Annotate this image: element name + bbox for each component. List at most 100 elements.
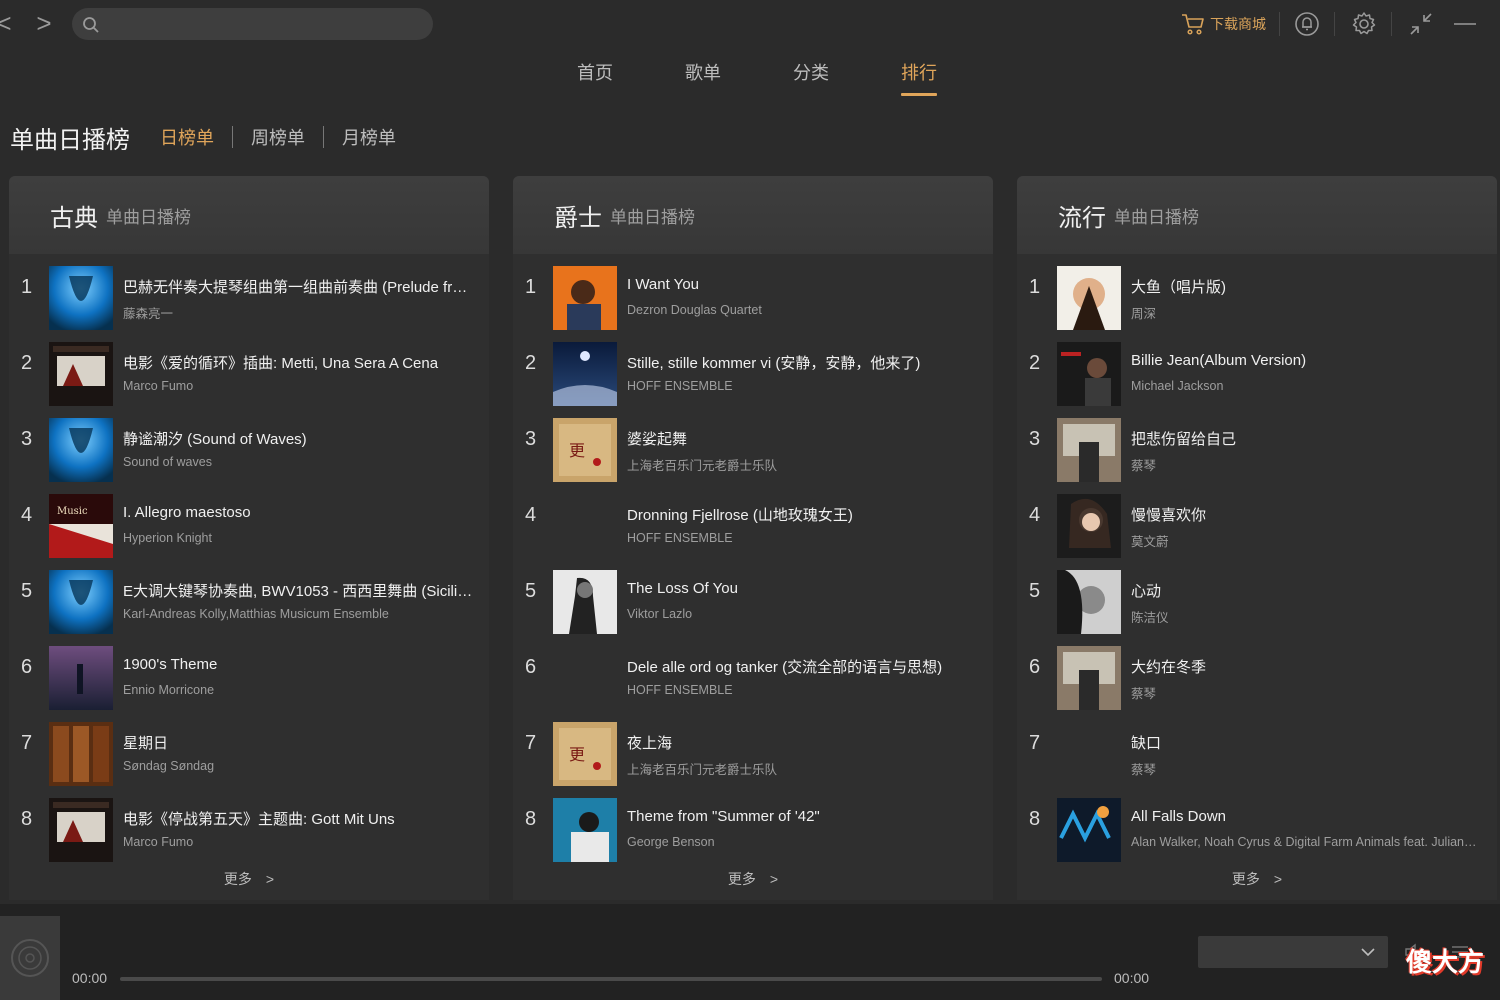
song-title[interactable]: 夜上海 — [627, 732, 977, 753]
album-cover[interactable]: 更 — [553, 418, 617, 482]
album-cover[interactable] — [1057, 266, 1121, 330]
tab-weekly[interactable]: 周榜单 — [251, 124, 305, 150]
song-row[interactable]: 5 心动 陈洁仪 — [1017, 558, 1497, 634]
song-row[interactable]: 3 更 婆娑起舞 上海老百乐门元老爵士乐队 — [513, 406, 993, 482]
song-title[interactable]: 把悲伤留给自己 — [1131, 428, 1481, 449]
song-row[interactable]: 8 All Falls Down Alan Walker, Noah Cyrus &… — [1017, 786, 1497, 862]
artist-name[interactable]: Søndag Søndag — [123, 759, 473, 773]
artist-name[interactable]: Viktor Lazlo — [627, 607, 977, 621]
artist-name[interactable]: 上海老百乐门元老爵士乐队 — [627, 455, 977, 474]
card-header[interactable]: 爵士 单曲日播榜 — [513, 176, 993, 254]
song-row[interactable]: 3 把悲伤留给自己 蔡琴 — [1017, 406, 1497, 482]
artist-name[interactable]: Marco Fumo — [123, 379, 473, 393]
album-cover[interactable] — [49, 798, 113, 862]
song-row[interactable]: 6 大约在冬季 蔡琴 — [1017, 634, 1497, 710]
album-cover[interactable] — [1057, 646, 1121, 710]
album-cover[interactable] — [1057, 722, 1121, 786]
song-row[interactable]: 2 Stille, stille kommer vi (安静，安静，他来了) HOF… — [513, 330, 993, 406]
song-title[interactable]: 静谧潮汐 (Sound of Waves) — [123, 428, 473, 449]
song-title[interactable]: Stille, stille kommer vi (安静，安静，他来了) — [627, 352, 977, 373]
song-row[interactable]: 3 静谧潮汐 (Sound of Waves) Sound of waves — [9, 406, 489, 482]
song-row[interactable]: 7 星期日 Søndag Søndag — [9, 710, 489, 786]
song-title[interactable]: 电影《停战第五天》主题曲: Gott Mit Uns — [123, 808, 473, 829]
song-title[interactable]: Billie Jean(Album Version) — [1131, 352, 1481, 369]
song-row[interactable]: 5 E大调大键琴协奏曲, BWV1053 - 西西里舞曲 (Siciliano) K… — [9, 558, 489, 634]
settings-gear-icon[interactable] — [1350, 10, 1378, 38]
search-input[interactable] — [106, 12, 416, 36]
card-header[interactable]: 流行 单曲日播榜 — [1017, 176, 1497, 254]
album-cover[interactable] — [553, 494, 617, 558]
more-link[interactable]: 更多 > — [1017, 869, 1497, 889]
song-title[interactable]: E大调大键琴协奏曲, BWV1053 - 西西里舞曲 (Siciliano) — [123, 580, 473, 601]
minimize-icon[interactable] — [1451, 10, 1479, 38]
album-cover[interactable]: 更 — [553, 722, 617, 786]
artist-name[interactable]: Dezron Douglas Quartet — [627, 303, 977, 317]
song-title[interactable]: The Loss Of You — [627, 580, 977, 597]
song-title[interactable]: 星期日 — [123, 732, 473, 753]
song-row[interactable]: 8 电影《停战第五天》主题曲: Gott Mit Uns Marco Fumo — [9, 786, 489, 862]
song-row[interactable]: 1 巴赫无伴奏大提琴组曲第一组曲前奏曲 (Prelude from Cello S… — [9, 254, 489, 330]
artist-name[interactable]: 蔡琴 — [1131, 683, 1481, 702]
tab-monthly[interactable]: 月榜单 — [342, 124, 396, 150]
back-button[interactable]: < — [0, 8, 16, 38]
song-row[interactable]: 6 Dele alle ord og tanker (交流全部的语言与思想) HOF… — [513, 634, 993, 710]
artist-name[interactable]: 藤森亮一 — [123, 303, 473, 322]
song-row[interactable]: 8 Theme from "Summer of '42" George Benson — [513, 786, 993, 862]
artist-name[interactable]: George Benson — [627, 835, 977, 849]
album-cover[interactable] — [1057, 494, 1121, 558]
artist-name[interactable]: Karl-Andreas Kolly,Matthias Musicum Ense… — [123, 607, 473, 621]
song-title[interactable]: 缺口 — [1131, 732, 1481, 753]
song-row[interactable]: 7 更 夜上海 上海老百乐门元老爵士乐队 — [513, 710, 993, 786]
more-link[interactable]: 更多 > — [513, 869, 993, 889]
album-cover[interactable] — [553, 646, 617, 710]
album-cover[interactable]: Music — [49, 494, 113, 558]
song-title[interactable]: 心动 — [1131, 580, 1481, 601]
card-header[interactable]: 古典 单曲日播榜 — [9, 176, 489, 254]
song-title[interactable]: 大约在冬季 — [1131, 656, 1481, 677]
song-title[interactable]: 婆娑起舞 — [627, 428, 977, 449]
minimize-window-icon[interactable] — [1407, 10, 1435, 38]
album-cover[interactable] — [49, 722, 113, 786]
tab-categories[interactable]: 分类 — [793, 60, 829, 96]
album-cover[interactable] — [553, 266, 617, 330]
song-row[interactable]: 4 Music I. Allegro maestoso Hyperion Knight — [9, 482, 489, 558]
artist-name[interactable]: 陈洁仪 — [1131, 607, 1481, 626]
search-box[interactable] — [72, 8, 433, 40]
now-playing-cover[interactable] — [0, 916, 60, 1000]
song-row[interactable]: 1 大鱼（唱片版) 周深 — [1017, 254, 1497, 330]
tab-home[interactable]: 首页 — [577, 60, 613, 96]
album-cover[interactable] — [49, 570, 113, 634]
artist-name[interactable]: 莫文蔚 — [1131, 531, 1481, 550]
song-row[interactable]: 7 缺口 蔡琴 — [1017, 710, 1497, 786]
song-title[interactable]: Theme from "Summer of '42" — [627, 808, 977, 825]
artist-name[interactable]: HOFF ENSEMBLE — [627, 531, 977, 545]
notification-icon[interactable] — [1293, 10, 1321, 38]
song-title[interactable]: 慢慢喜欢你 — [1131, 504, 1481, 525]
album-cover[interactable] — [49, 418, 113, 482]
album-cover[interactable] — [553, 570, 617, 634]
artist-name[interactable]: Marco Fumo — [123, 835, 473, 849]
song-row[interactable]: 2 电影《爱的循环》插曲: Metti, Una Sera A Cena Marco… — [9, 330, 489, 406]
artist-name[interactable]: 蔡琴 — [1131, 455, 1481, 474]
album-cover[interactable] — [553, 342, 617, 406]
song-title[interactable]: Dronning Fjellrose (山地玫瑰女王) — [627, 504, 977, 525]
tab-rankings[interactable]: 排行 — [901, 60, 937, 96]
progress-bar[interactable] — [120, 977, 1102, 981]
artist-name[interactable]: Ennio Morricone — [123, 683, 473, 697]
song-title[interactable]: 大鱼（唱片版) — [1131, 276, 1481, 297]
song-row[interactable]: 4 慢慢喜欢你 莫文蔚 — [1017, 482, 1497, 558]
song-title[interactable]: I Want You — [627, 276, 977, 293]
song-row[interactable]: 4 Dronning Fjellrose (山地玫瑰女王) HOFF ENSEMBL… — [513, 482, 993, 558]
tab-playlists[interactable]: 歌单 — [685, 60, 721, 96]
album-cover[interactable] — [49, 646, 113, 710]
artist-name[interactable]: HOFF ENSEMBLE — [627, 683, 977, 697]
song-row[interactable]: 5 The Loss Of You Viktor Lazlo — [513, 558, 993, 634]
album-cover[interactable] — [1057, 342, 1121, 406]
album-cover[interactable] — [49, 266, 113, 330]
album-cover[interactable] — [49, 342, 113, 406]
song-row[interactable]: 1 I Want You Dezron Douglas Quartet — [513, 254, 993, 330]
song-title[interactable]: 电影《爱的循环》插曲: Metti, Una Sera A Cena — [123, 352, 473, 373]
forward-button[interactable]: > — [32, 8, 56, 38]
song-title[interactable]: Dele alle ord og tanker (交流全部的语言与思想) — [627, 656, 977, 677]
artist-name[interactable]: Sound of waves — [123, 455, 473, 469]
